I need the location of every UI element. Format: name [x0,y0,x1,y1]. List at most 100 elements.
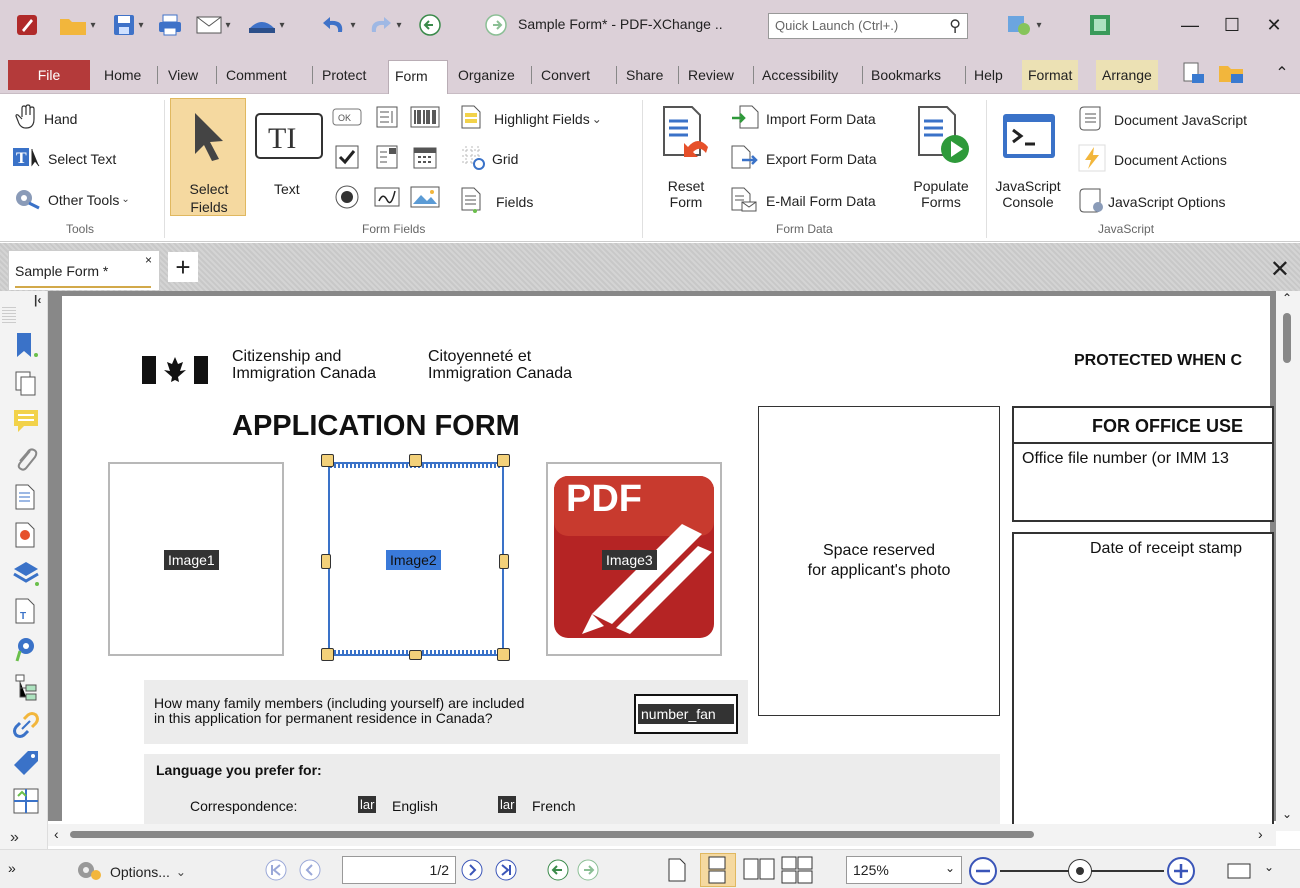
grid-button[interactable]: Grid [460,144,518,173]
resize-handle[interactable] [497,454,510,467]
vertical-scrollbar[interactable]: ⌃ ⌄ [1276,291,1300,831]
family-count-field[interactable]: number_fan [634,694,738,734]
page-number-input[interactable]: 1/2 [342,856,456,884]
collapse-sidebar-icon[interactable]: |‹ [34,293,41,307]
tab-format[interactable]: Format [1022,60,1079,90]
fields-button[interactable]: Fields [460,186,533,217]
fields-pane-side-icon[interactable] [12,483,40,511]
pages-icon[interactable] [12,369,40,397]
first-page-icon[interactable] [264,858,288,885]
print-icon[interactable] [154,10,186,40]
reset-form-icon[interactable] [654,100,718,170]
javascript-console-label[interactable]: JavaScript Console [990,178,1066,210]
search-icon[interactable]: ⚲ [949,16,961,36]
tab-organize[interactable]: Organize [452,60,521,90]
javascript-console-icon[interactable] [996,100,1062,170]
close-window-button[interactable]: ✕ [1254,10,1294,40]
destinations-icon[interactable] [12,635,40,663]
back-nav-icon[interactable] [412,10,448,40]
image2-field-selected[interactable]: Image2 [328,462,504,656]
resize-handle[interactable] [409,650,422,660]
tab-share[interactable]: Share [620,60,669,90]
single-page-icon[interactable] [666,857,688,886]
prev-view-icon[interactable] [546,858,570,885]
tab-convert[interactable]: Convert [535,60,596,90]
image1-field[interactable]: Image1 [108,462,284,656]
attachments-icon[interactable] [12,445,40,473]
expand-icon[interactable]: » [8,860,16,876]
tab-protect[interactable]: Protect [316,60,372,90]
signature-field-icon[interactable] [370,182,404,212]
options-button[interactable]: Options... ⌄ [72,858,186,885]
barcode-field-icon[interactable] [408,102,442,132]
close-document-icon[interactable]: ✕ [1270,255,1290,284]
zoom-out-icon[interactable] [968,856,998,888]
open-folder-icon[interactable]: ▾ [52,10,102,40]
tab-arrange[interactable]: Arrange [1096,60,1158,90]
export-form-data-button[interactable]: Export Form Data [730,144,876,173]
document-javascript-button[interactable]: Document JavaScript [1078,104,1247,135]
layers-icon[interactable] [12,559,40,587]
document-tab[interactable]: Sample Form * × [8,250,160,290]
new-tab-button[interactable]: + [168,252,198,282]
tab-review[interactable]: Review [682,60,740,90]
resize-handle[interactable] [321,454,334,467]
forward-nav-icon[interactable] [478,10,514,40]
tab-bookmarks[interactable]: Bookmarks [865,60,947,90]
radio-button-icon[interactable] [330,182,364,212]
maximize-button[interactable]: ☐ [1212,10,1252,40]
text-field-button[interactable]: TI [254,106,324,169]
date-field-icon[interactable] [408,142,442,172]
email-icon[interactable]: ▾ [190,10,236,40]
resize-handle[interactable] [321,648,334,661]
button-field-icon[interactable]: OK [330,102,364,132]
comments-icon[interactable] [12,407,40,435]
quick-launch-input[interactable]: Quick Launch (Ctrl+.) ⚲ [768,13,968,39]
resize-handle[interactable] [409,454,422,467]
select-fields-button[interactable]: Select Fields [170,98,246,216]
tab-home[interactable]: Home [98,60,147,90]
close-tab-icon[interactable]: × [145,253,152,267]
redo-icon[interactable]: ▾ [362,10,406,40]
checkbox-field-icon[interactable] [330,142,364,172]
english-option-field[interactable]: lar [358,796,377,813]
facing-pages-icon[interactable] [742,857,776,886]
save-icon[interactable]: ▾ [106,10,150,40]
select-text-button[interactable]: T Select Text [12,146,116,171]
populate-forms-label[interactable]: Populate Forms [904,178,978,210]
fullscreen-icon[interactable] [1084,10,1116,40]
last-page-icon[interactable] [494,858,518,885]
combo-box-icon[interactable] [370,142,404,172]
tab-file[interactable]: File [8,60,90,90]
tab-accessibility[interactable]: Accessibility [756,60,844,90]
french-option-field[interactable]: lar [498,796,517,813]
structure-tree-icon[interactable] [12,673,40,701]
signatures-icon[interactable] [12,521,40,549]
populate-forms-icon[interactable] [906,100,976,170]
zoom-level-select[interactable]: 125% ⌄ [846,856,962,884]
reset-form-label[interactable]: Reset Form [660,178,712,210]
highlight-fields-button[interactable]: Highlight Fields ⌄ [460,104,602,133]
tags-icon[interactable] [12,749,40,777]
page-settings-icon[interactable] [1176,58,1210,88]
links-icon[interactable] [12,711,40,739]
form-fields-pane-icon[interactable]: T [12,597,40,625]
resize-handle[interactable] [497,648,510,661]
prev-page-icon[interactable] [298,858,322,885]
folder-settings-icon[interactable] [1214,58,1248,88]
list-box-icon[interactable] [370,102,404,132]
horizontal-scroll-thumb[interactable] [70,831,1034,838]
resize-handle[interactable] [321,554,331,569]
scanner-icon[interactable]: ▾ [240,10,292,40]
zoom-slider-thumb[interactable] [1068,859,1092,883]
hand-tool-button[interactable]: Hand [14,104,77,133]
document-actions-button[interactable]: Document Actions [1078,144,1227,175]
zoom-in-icon[interactable] [1166,856,1196,888]
bookmarks-icon[interactable] [12,331,40,359]
app-logo-icon[interactable] [12,10,42,40]
fit-width-icon[interactable] [1226,860,1252,885]
undo-icon[interactable]: ▾ [316,10,360,40]
tab-help[interactable]: Help [968,60,1009,90]
more-panes-icon[interactable]: » [10,829,19,847]
vertical-scroll-thumb[interactable] [1283,313,1291,363]
